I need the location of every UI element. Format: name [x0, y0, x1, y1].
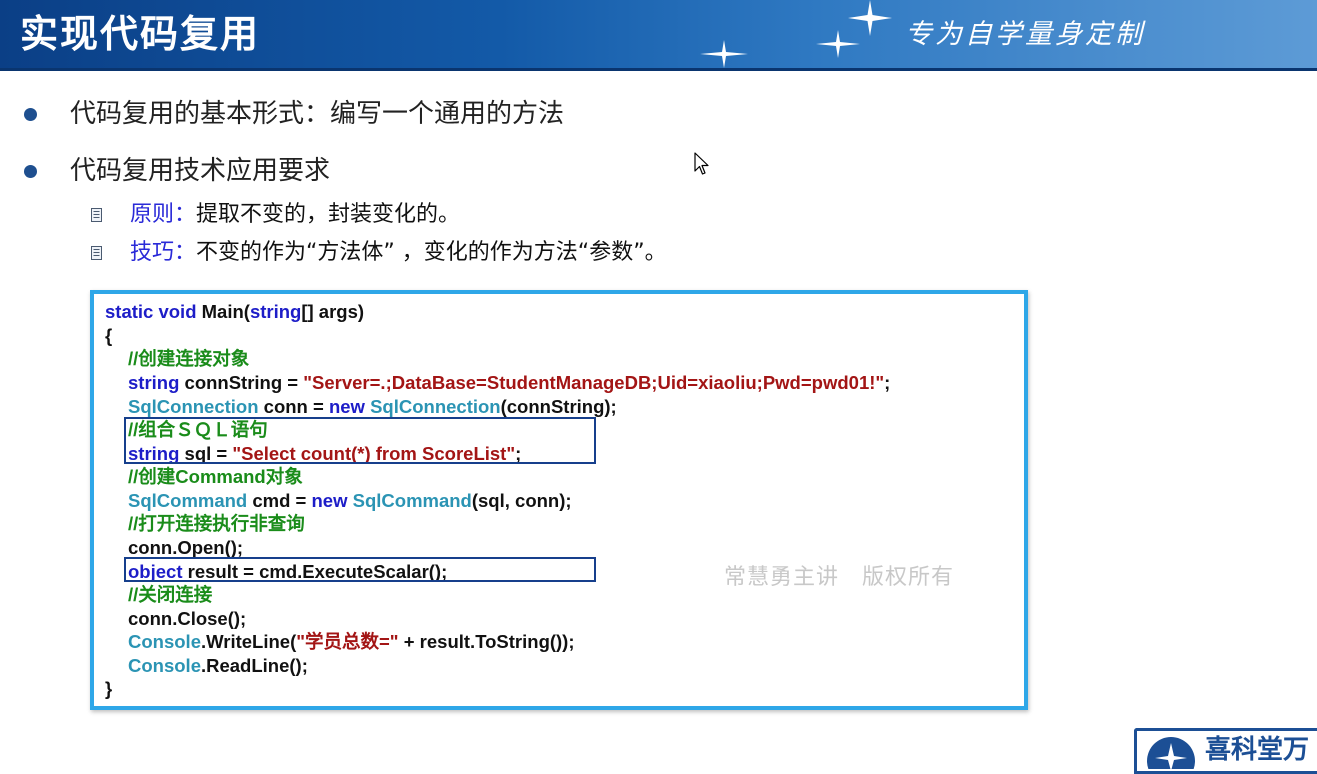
bullet-dot	[24, 165, 37, 178]
principle-label: 原则：	[130, 202, 197, 227]
header-divider	[0, 68, 1317, 71]
principle-text: 提取不变的，封装变化的。	[196, 202, 461, 227]
mouse-pointer-icon	[694, 152, 709, 175]
highlight-box-result	[124, 557, 596, 582]
code-panel: static void Main(string[] args) { //创建连接…	[90, 290, 1028, 710]
code-line: string connString = "Server=.;DataBase=S…	[128, 372, 891, 393]
star-icon	[816, 30, 860, 58]
tagline: 专为自学量身定制	[905, 19, 1145, 50]
bullet-item: 代码复用的基本形式：编写一个通用的方法	[70, 99, 565, 129]
brand-logo: 喜科堂万	[1134, 728, 1317, 774]
code-line: conn.Close();	[128, 608, 247, 629]
bullet-item: 代码复用技术应用要求	[70, 156, 331, 186]
bullet-dot	[24, 108, 37, 121]
brand-logo-text: 喜科堂万	[1205, 735, 1310, 765]
highlight-box-sql	[124, 417, 596, 464]
technique-line: 技巧：不变的作为“方法体” ，变化的作为方法“参数”。	[130, 238, 667, 268]
code-line: static void Main(string[] args)	[105, 301, 365, 322]
page-title: 实现代码复用	[20, 12, 261, 56]
code-comment: //打开连接执行非查询	[128, 513, 305, 534]
code-comment: //创建Command对象	[128, 466, 303, 487]
technique-label: 技巧：	[130, 240, 197, 265]
code-line: }	[105, 678, 113, 699]
code-line: Console.WriteLine("学员总数=" + result.ToStr…	[128, 631, 575, 652]
code-line: SqlCommand cmd = new SqlCommand(sql, con…	[128, 490, 572, 511]
star-icon	[700, 40, 748, 68]
header-banner: 实现代码复用 专为自学量身定制	[0, 0, 1317, 70]
code-line: conn.Open();	[128, 537, 244, 558]
document-lines-icon	[91, 246, 102, 260]
code-line: Console.ReadLine();	[128, 655, 308, 676]
technique-text: 不变的作为“方法体” ，变化的作为方法“参数”。	[196, 240, 667, 265]
code-line: {	[105, 325, 113, 346]
code-line: SqlConnection conn = new SqlConnection(c…	[128, 396, 617, 417]
code-comment: //创建连接对象	[128, 348, 250, 369]
principle-line: 原则：提取不变的，封装变化的。	[130, 200, 460, 230]
code-comment: //关闭连接	[128, 584, 213, 605]
watermark: 常慧勇主讲 版权所有	[724, 565, 955, 590]
star-logo-icon	[1147, 737, 1195, 769]
document-lines-icon	[91, 208, 102, 222]
